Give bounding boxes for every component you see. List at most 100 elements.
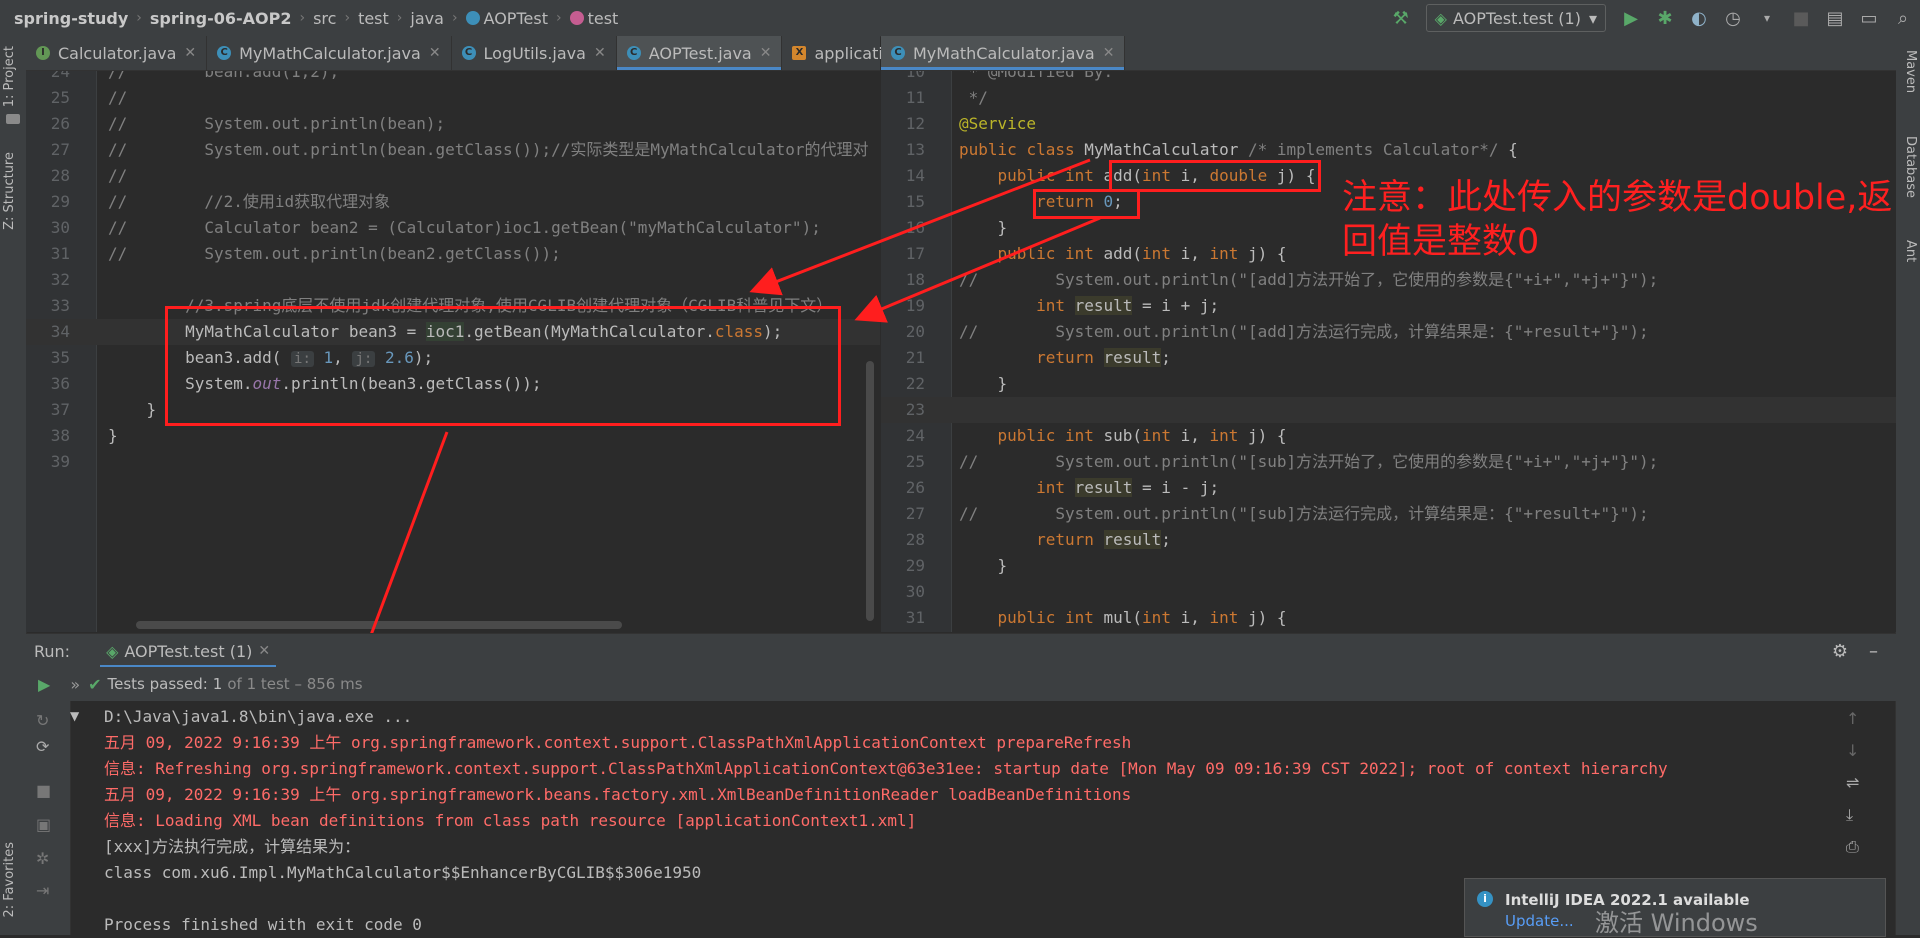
tab-mymathcalculator-right[interactable]: C MyMathCalculator.java ✕ xyxy=(881,36,1126,70)
code-line[interactable]: 20 // System.out.println("[add]方法运行完成，计算结… xyxy=(881,319,1896,345)
profile-icon[interactable]: ◷ xyxy=(1718,3,1748,33)
breadcrumb-class[interactable]: AOPTest xyxy=(462,9,552,28)
code-text: // xyxy=(108,88,128,107)
code-line[interactable]: 29 // //2.使用id获取代理对象 xyxy=(26,189,880,215)
debug-icon[interactable]: ✱ xyxy=(1650,3,1680,33)
code-line[interactable]: 10 * @Modified By: xyxy=(881,71,1896,85)
code-line[interactable]: 24 // bean.add(1,2); xyxy=(26,71,880,85)
toggle-auto-test-icon[interactable]: ⟳ xyxy=(36,737,49,756)
code-line[interactable]: 21 return result; xyxy=(881,345,1896,371)
line-number: 38 xyxy=(50,426,70,445)
close-icon[interactable]: ✕ xyxy=(258,643,270,659)
code-line[interactable]: 27 // System.out.println("[sub]方法运行完成，计算结… xyxy=(881,501,1896,527)
code-text: */ xyxy=(959,88,988,107)
presentation-icon[interactable]: ▭ xyxy=(1854,3,1884,33)
project-tool-button[interactable]: 1: Project xyxy=(2,46,17,107)
class-icon: C xyxy=(461,46,476,60)
code-line[interactable]: 39 xyxy=(26,449,880,475)
tree-collapse-icon[interactable]: ▼ xyxy=(70,709,79,723)
code-line[interactable]: 19 int result = i + j; xyxy=(881,293,1896,319)
code-line[interactable]: 25 // System.out.println("[sub]方法开始了，它使用的… xyxy=(881,449,1896,475)
line-number: 28 xyxy=(50,166,70,185)
ant-tool-button[interactable]: Ant xyxy=(1903,240,1918,262)
settings-gear-icon[interactable]: ⚙ xyxy=(1832,641,1848,662)
close-icon[interactable]: ✕ xyxy=(184,45,196,61)
horizontal-scrollbar[interactable] xyxy=(136,621,622,629)
close-icon[interactable]: ✕ xyxy=(429,45,441,61)
screenshot-icon[interactable]: ▣ xyxy=(36,815,51,834)
search-everywhere-icon[interactable]: ⌕ xyxy=(1888,3,1918,33)
code-line[interactable]: 18 // System.out.println("[add]方法开始了，它使用的… xyxy=(881,267,1896,293)
stop-icon[interactable]: ■ xyxy=(36,781,51,800)
close-icon[interactable]: ✕ xyxy=(760,45,772,61)
code-line[interactable]: 29 } xyxy=(881,553,1896,579)
print-icon[interactable]: ⎙ xyxy=(1846,837,1859,857)
breadcrumb-module[interactable]: spring-06-AOP2 xyxy=(146,9,296,28)
dropdown-arrow-icon: ▾ xyxy=(1588,8,1597,28)
code-line[interactable]: 22 } xyxy=(881,371,1896,397)
line-number: 19 xyxy=(905,296,925,315)
left-editor-tabs: I Calculator.java ✕ C MyMathCalculator.j… xyxy=(26,36,923,71)
tab-logutils[interactable]: C LogUtils.java ✕ xyxy=(452,36,617,70)
right-code-editor[interactable]: 10 * @Modified By: 11 */12 @Service 13 publi… xyxy=(881,71,1896,632)
database-tool-button[interactable]: Database xyxy=(1903,136,1918,198)
breadcrumb-java[interactable]: java xyxy=(406,9,448,28)
code-line[interactable]: 38} xyxy=(26,423,880,449)
breadcrumb-project[interactable]: spring-study xyxy=(0,9,132,28)
code-line[interactable]: 13 public class MyMathCalculator /* imple… xyxy=(881,137,1896,163)
code-line[interactable]: 31 // System.out.println(bean2.getClass()… xyxy=(26,241,880,267)
rerun-icon[interactable]: ▶ xyxy=(38,675,50,694)
breadcrumb-src[interactable]: src xyxy=(309,9,340,28)
run-configuration-select[interactable]: ◈ AOPTest.test (1) ▾ xyxy=(1425,4,1606,32)
breadcrumb-method[interactable]: test xyxy=(566,9,623,28)
code-text: // Calculator bean2 = (Calculator)ioc1.g… xyxy=(108,218,821,237)
code-line[interactable]: 25 // xyxy=(26,85,880,111)
code-line[interactable]: 28 // xyxy=(26,163,880,189)
run-icon[interactable]: ▶ xyxy=(1616,3,1646,33)
minimize-icon[interactable]: – xyxy=(1869,641,1878,662)
code-line[interactable]: 31 public int mul(int i, int j) { xyxy=(881,605,1896,631)
stop-icon[interactable]: ■ xyxy=(1786,3,1816,33)
tab-mymathcalculator[interactable]: C MyMathCalculator.java ✕ xyxy=(207,36,452,70)
code-line[interactable]: 23 xyxy=(881,397,1896,423)
tab-calculator[interactable]: I Calculator.java ✕ xyxy=(26,36,208,70)
scroll-to-end-icon[interactable]: ⤓ xyxy=(1846,805,1853,825)
code-text: return result; xyxy=(1036,530,1171,549)
console-line: [xxx]方法执行完成，计算结果为： xyxy=(104,837,361,856)
console-line: class com.xu6.Impl.MyMathCalculator$$Enh… xyxy=(104,863,702,882)
tab-aoptest[interactable]: C AOPTest.java ✕ xyxy=(616,36,783,70)
code-line[interactable]: 11 */ xyxy=(881,85,1896,111)
code-text: // System.out.println("[sub]方法开始了，它使用的参数… xyxy=(959,452,1659,471)
scroll-down-icon[interactable]: ↓ xyxy=(1846,741,1859,760)
coverage-icon[interactable]: ◐ xyxy=(1684,3,1714,33)
code-line[interactable]: 26 int result = i - j; xyxy=(881,475,1896,501)
code-line[interactable]: 26 // System.out.println(bean); xyxy=(26,111,880,137)
project-structure-icon[interactable]: ▤ xyxy=(1820,3,1850,33)
scroll-up-icon[interactable]: ↑ xyxy=(1846,709,1859,728)
code-line[interactable]: 12 @Service xyxy=(881,111,1896,137)
favorites-tool-button[interactable]: 2: Favorites xyxy=(2,842,17,918)
breadcrumb-test[interactable]: test xyxy=(354,9,393,28)
run-tab[interactable]: ◈ AOPTest.test (1) ✕ xyxy=(100,634,277,668)
code-line[interactable]: 24 public int sub(int i, int j) { xyxy=(881,423,1896,449)
expand-icon[interactable]: » xyxy=(70,675,80,694)
exit-icon[interactable]: ⇥ xyxy=(36,881,49,900)
code-line[interactable]: 28 return result; xyxy=(881,527,1896,553)
code-line[interactable]: 27 // System.out.println(bean.getClass())… xyxy=(26,137,880,163)
update-notification[interactable]: i IntelliJ IDEA 2022.1 available Update.… xyxy=(1464,878,1886,937)
code-line[interactable]: 30 // Calculator bean2 = (Calculator)ioc1… xyxy=(26,215,880,241)
code-text: return result; xyxy=(1036,348,1171,367)
structure-tool-button[interactable]: Z: Structure xyxy=(2,152,17,230)
vertical-scrollbar[interactable] xyxy=(866,361,874,621)
maven-tool-button[interactable]: Maven xyxy=(1903,50,1918,93)
chevron-right-icon: › xyxy=(136,10,142,26)
more-dropdown-icon[interactable]: ▾ xyxy=(1752,3,1782,33)
code-line[interactable]: 30 xyxy=(881,579,1896,605)
settings-icon[interactable]: ✲ xyxy=(36,849,49,868)
close-icon[interactable]: ✕ xyxy=(1103,45,1115,61)
code-line[interactable]: 32 xyxy=(26,267,880,293)
soft-wrap-icon[interactable]: ⇌ xyxy=(1846,773,1859,792)
build-hammer-icon[interactable]: ⚒ xyxy=(1386,3,1416,33)
close-icon[interactable]: ✕ xyxy=(594,45,606,61)
rerun-failed-icon[interactable]: ↻ xyxy=(36,711,49,730)
